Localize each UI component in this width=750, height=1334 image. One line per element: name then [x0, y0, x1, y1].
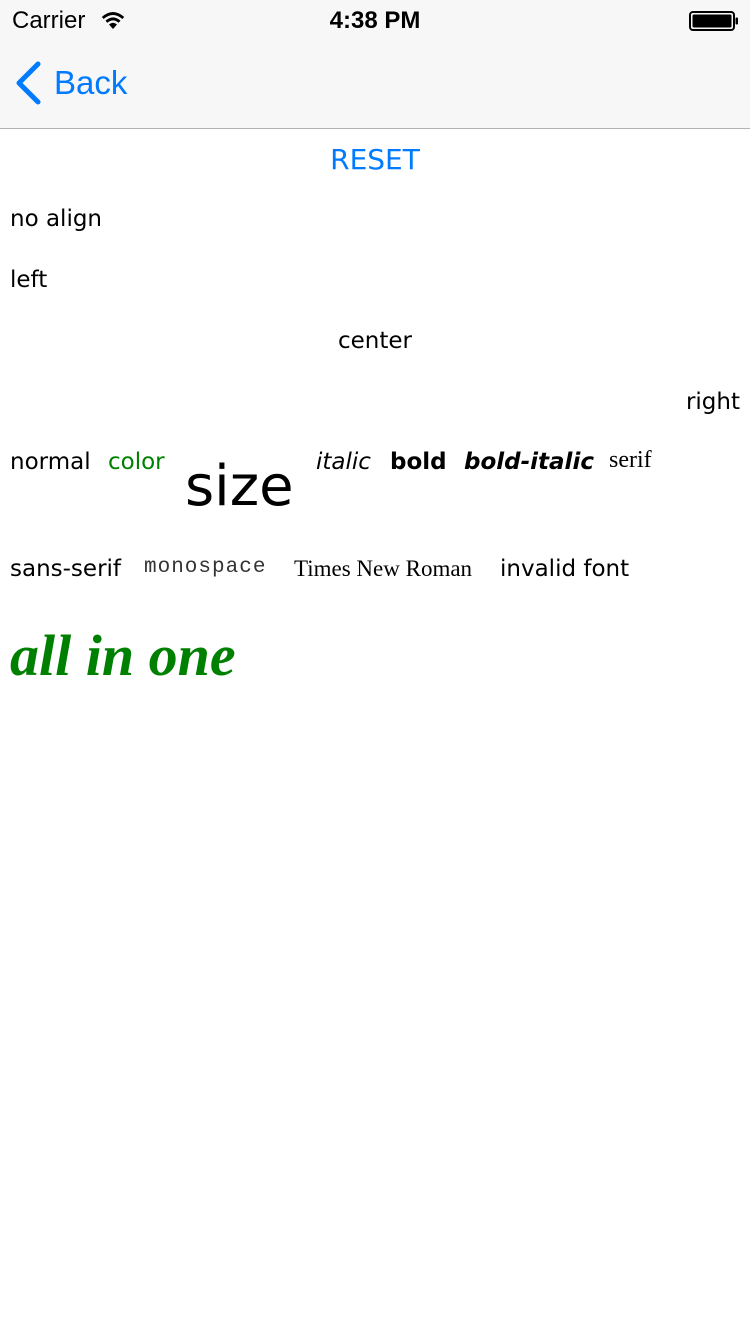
text-no-align: no align	[10, 206, 103, 232]
text-size: size	[185, 454, 294, 519]
text-sans-serif: sans-serif	[10, 556, 122, 582]
text-normal: normal	[10, 449, 91, 475]
font-samples-row: sans-serif monospace Times New Roman inv…	[10, 556, 740, 596]
text-align-right: right	[685, 389, 740, 415]
text-color: color	[108, 449, 165, 475]
status-bar: Carrier 4:38 PM	[0, 0, 750, 40]
text-times-new-roman: Times New Roman	[294, 556, 473, 581]
text-invalid-font: invalid font	[500, 556, 630, 582]
chevron-left-icon	[16, 61, 41, 105]
text-all-in-one: all in one	[10, 623, 236, 688]
style-samples-row: normal color size italic bold bold-itali…	[10, 447, 740, 519]
back-button[interactable]: Back	[14, 60, 127, 106]
navigation-bar: Back	[0, 40, 750, 129]
text-align-center: center	[338, 328, 412, 354]
text-align-left: left	[10, 267, 48, 293]
battery-icon	[689, 11, 738, 31]
text-monospace: monospace	[144, 556, 267, 579]
text-italic: italic	[316, 449, 371, 475]
text-serif: serif	[609, 447, 652, 473]
reset-button[interactable]: RESET	[0, 143, 750, 177]
text-bold: bold	[390, 449, 447, 475]
back-label: Back	[54, 64, 128, 101]
text-bold-italic: bold-italic	[464, 449, 594, 475]
status-time: 4:38 PM	[329, 7, 421, 34]
